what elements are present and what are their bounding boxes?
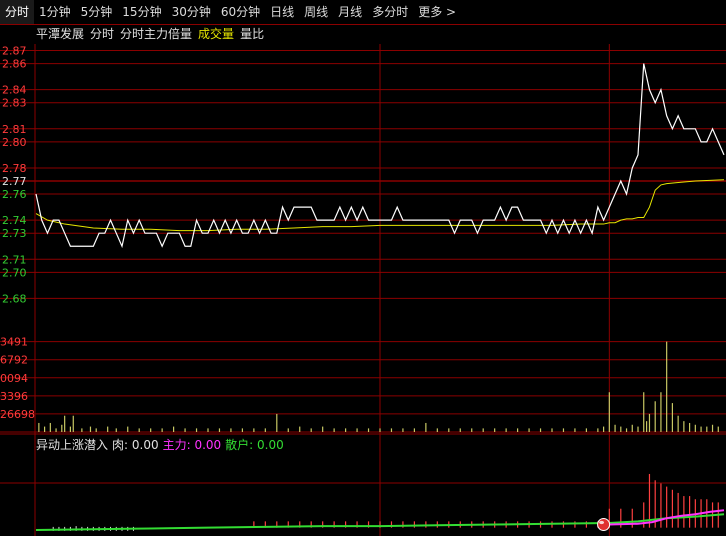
volume-bars	[38, 341, 719, 432]
volume-tick-label: 26698	[0, 408, 35, 421]
price-tick-label: 2.77	[2, 175, 27, 188]
price-tick-label: 2.74	[2, 214, 27, 227]
price-tick-label: 2.71	[2, 253, 27, 266]
volume-tick-label: 6792	[0, 354, 28, 367]
volume-tick-label: 3396	[0, 390, 28, 403]
grid-lines	[0, 44, 726, 536]
price-tick-label: 2.86	[2, 58, 27, 71]
chart-canvas: 2.872.86 2.842.83 2.812.80 2.782.772.76 2.74…	[0, 44, 726, 536]
signal-marker-highlight	[599, 520, 605, 525]
price-tick-label: 2.84	[2, 84, 27, 97]
volume-tick-label: 3491	[0, 336, 28, 349]
price-tick-label: 2.68	[2, 292, 27, 305]
price-tick-label: 2.78	[2, 162, 27, 175]
price-tick-label: 2.83	[2, 97, 27, 110]
price-tick-label: 2.73	[2, 227, 27, 240]
price-tick-label: 2.76	[2, 188, 27, 201]
price-tick-label: 2.87	[2, 45, 27, 58]
volume-tick-label: 0094	[0, 372, 28, 385]
price-tick-label: 2.70	[2, 266, 27, 279]
price-tick-label: 2.81	[2, 123, 27, 136]
signal-marker-icon	[597, 518, 611, 532]
price-tick-label: 2.80	[2, 136, 27, 149]
